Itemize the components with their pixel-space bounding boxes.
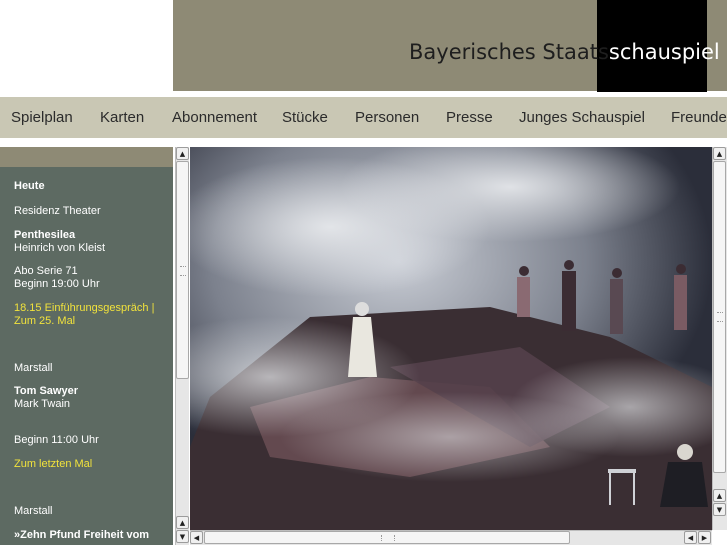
scroll-left-button[interactable]: ◀: [190, 531, 203, 544]
image-vertical-scrollbar[interactable]: ▲ ▲ ▼: [712, 147, 727, 530]
nav-item-spielplan[interactable]: Spielplan: [11, 109, 73, 126]
nav-item-freunde[interactable]: Freunde: [671, 109, 727, 126]
sidebar-top-strip: [0, 147, 173, 167]
nav-item-karten[interactable]: Karten: [100, 109, 144, 126]
logo-text-part1: Bayerisches Staats: [409, 40, 609, 64]
event-start: Beginn 11:00 Uhr: [14, 434, 99, 446]
nav-item-junges-schauspiel[interactable]: Junges Schauspiel: [519, 109, 645, 126]
event-venue: Marstall: [14, 505, 53, 517]
nav-item-presse[interactable]: Presse: [446, 109, 493, 126]
site-logo[interactable]: Bayerisches Staatsschauspiel: [409, 40, 720, 64]
image-horizontal-scrollbar[interactable]: ◀ ◀ ▶: [190, 530, 712, 545]
sidebar-scrollbar[interactable]: ▲ ▲ ▼: [175, 147, 189, 545]
event-link[interactable]: 18.15 Einführungsgespräch |: [14, 302, 154, 315]
today-sidebar: Heute Residenz Theater Penthesilea Heinr…: [0, 167, 173, 545]
event-link[interactable]: Zum 25. Mal: [14, 315, 75, 328]
scroll-up-button[interactable]: ▲: [713, 147, 726, 160]
nav-item-personen[interactable]: Personen: [355, 109, 419, 126]
scroll-up-button[interactable]: ▲: [176, 516, 189, 529]
nav-item-abonnement[interactable]: Abonnement: [172, 109, 257, 126]
event-title[interactable]: Penthesilea: [14, 229, 75, 242]
scroll-down-button[interactable]: ▼: [713, 503, 726, 516]
scroll-left-button[interactable]: ◀: [684, 531, 697, 544]
event-author: Mark Twain: [14, 398, 71, 410]
nav-item-stuecke[interactable]: Stücke: [282, 109, 328, 126]
event-venue: Residenz Theater: [14, 205, 101, 217]
event-start: Beginn 19:00 Uhr: [14, 278, 100, 290]
stage-image: [190, 147, 712, 530]
scrollbar-thumb[interactable]: [176, 161, 189, 379]
production-photo: [190, 147, 712, 530]
scrollbar-thumb[interactable]: [713, 161, 726, 473]
event-title[interactable]: »Zehn Pfund Freiheit vom: [14, 529, 149, 542]
event-venue: Marstall: [14, 362, 53, 374]
event-title[interactable]: Tom Sawyer: [14, 385, 78, 398]
event-link[interactable]: Zum letzten Mal: [14, 458, 92, 471]
logo-text-part2: schauspiel: [608, 40, 720, 64]
scroll-down-button[interactable]: ▼: [176, 530, 189, 543]
scroll-up-button[interactable]: ▲: [176, 147, 189, 160]
sidebar-heading: Heute: [14, 180, 45, 192]
event-author: Heinrich von Kleist: [14, 242, 106, 254]
scroll-right-button[interactable]: ▶: [698, 531, 711, 544]
event-info: Abo Serie 71: [14, 265, 78, 277]
scroll-up-button[interactable]: ▲: [713, 489, 726, 502]
main-nav: Spielplan Karten Abonnement Stücke Perso…: [0, 97, 727, 138]
scrollbar-thumb[interactable]: [204, 531, 570, 544]
